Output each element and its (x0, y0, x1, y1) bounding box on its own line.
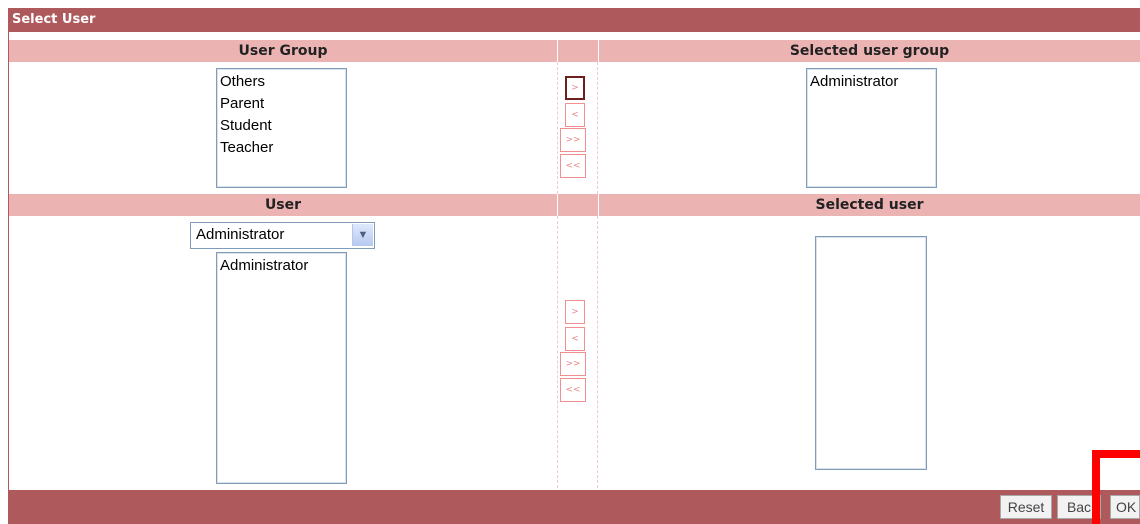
list-item[interactable]: Administrator (810, 71, 933, 93)
divider (597, 62, 598, 194)
move-all-left-button[interactable]: << (560, 154, 586, 178)
header-spacer (558, 194, 598, 216)
user-move-left-button[interactable]: < (565, 327, 585, 351)
user-group-list[interactable]: Others Parent Student Teacher (216, 68, 347, 188)
select-value: Administrator (196, 226, 285, 243)
list-item[interactable]: Student (220, 115, 343, 137)
header-spacer (558, 40, 598, 62)
ok-button[interactable]: OK (1110, 495, 1140, 519)
user-header: User (9, 194, 557, 216)
list-item[interactable]: Parent (220, 93, 343, 115)
move-all-right-button[interactable]: >> (560, 128, 586, 152)
user-move-all-right-button[interactable]: >> (560, 352, 586, 376)
move-right-button[interactable]: > (565, 76, 585, 100)
reset-button[interactable]: Reset (1000, 495, 1052, 519)
divider (597, 216, 598, 488)
selected-user-list[interactable] (815, 236, 927, 470)
list-item[interactable]: Teacher (220, 137, 343, 159)
footer-bar (8, 490, 1140, 524)
move-left-button[interactable]: < (565, 103, 585, 127)
user-group-select[interactable]: Administrator ▼ (190, 222, 375, 249)
frame-border (8, 32, 9, 490)
list-item[interactable]: Others (220, 71, 343, 93)
user-move-all-left-button[interactable]: << (560, 378, 586, 402)
divider (557, 216, 558, 488)
highlight-box-left (1092, 450, 1100, 524)
user-move-right-button[interactable]: > (565, 300, 585, 324)
user-list[interactable]: Administrator (216, 252, 347, 484)
selected-user-group-list[interactable]: Administrator (806, 68, 937, 188)
selected-user-group-header: Selected user group (599, 40, 1140, 62)
chevron-down-icon[interactable]: ▼ (352, 224, 373, 246)
page-title: Select User (8, 8, 1140, 32)
list-item[interactable]: Administrator (220, 255, 343, 277)
divider (557, 62, 558, 194)
selected-user-header: Selected user (599, 194, 1140, 216)
user-group-header: User Group (9, 40, 557, 62)
